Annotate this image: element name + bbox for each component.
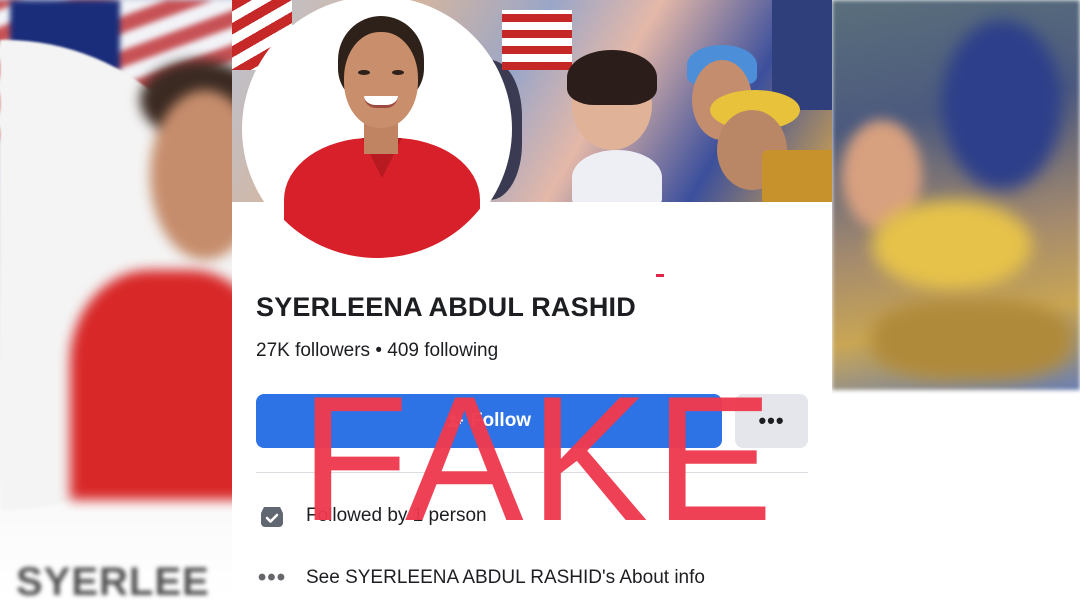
avatar-face xyxy=(344,32,418,128)
blurred-crowd-shape xyxy=(942,20,1062,190)
blurred-crowd-shape xyxy=(872,200,1032,290)
fake-stamp-overlay: FAKE xyxy=(300,359,780,558)
followed-by-icon xyxy=(256,500,288,532)
profile-name: SYERLEENA ABDUL RASHID xyxy=(256,292,636,322)
blurred-background-left: SYERLEE xyxy=(0,0,232,600)
blurred-shirt xyxy=(70,270,232,500)
blurred-crowd-shape xyxy=(872,300,1072,380)
avatar-eye xyxy=(358,70,370,75)
flag-shape xyxy=(502,10,572,70)
about-info-row[interactable]: ••• See SYERLEENA ABDUL RASHID's About i… xyxy=(256,562,705,594)
about-info-text: See SYERLEENA ABDUL RASHID's About info xyxy=(306,567,705,588)
blurred-name-text: SYERLEE xyxy=(16,560,210,600)
avatar-eye xyxy=(392,70,404,75)
blurred-background-right xyxy=(832,0,1080,390)
more-dots-icon: ••• xyxy=(257,564,287,591)
crowd-cap xyxy=(572,150,662,202)
crowd-basket xyxy=(762,150,832,202)
crowd-hair xyxy=(567,50,657,105)
red-mark xyxy=(656,274,664,277)
profile-picture[interactable] xyxy=(242,0,512,262)
